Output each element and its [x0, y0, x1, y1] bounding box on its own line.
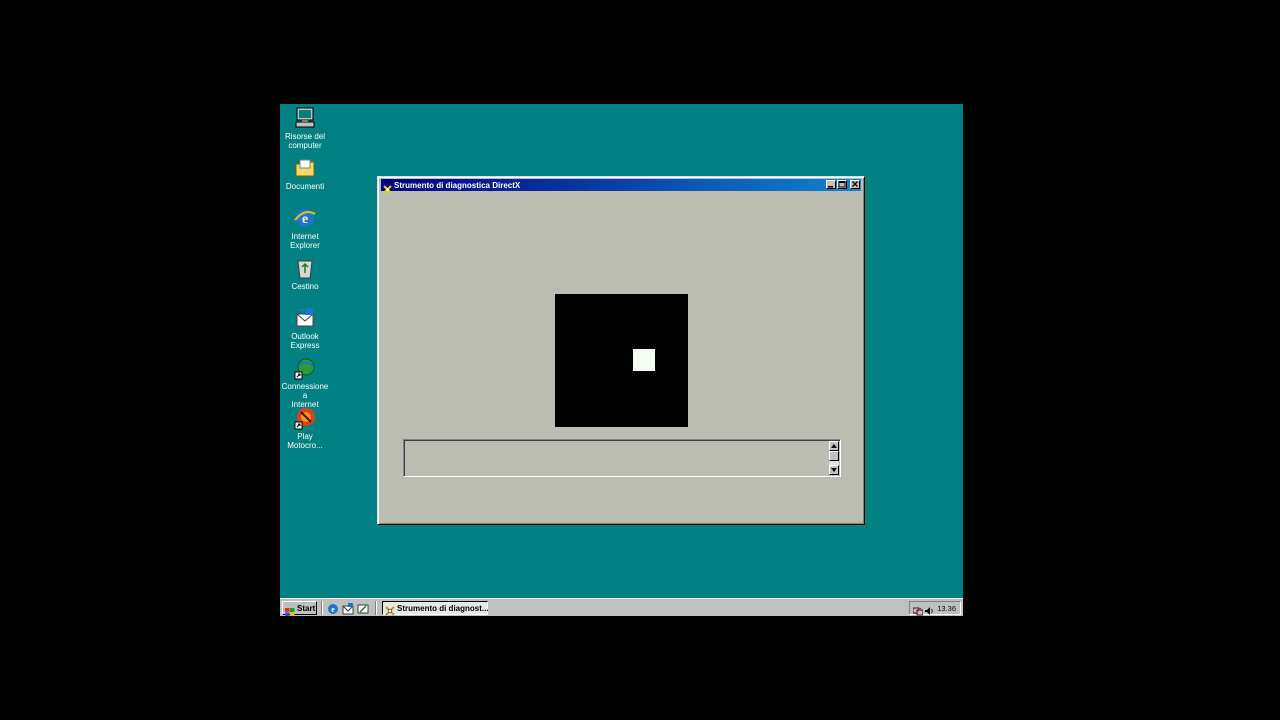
task-button-directx-diagnostic[interactable]: Strumento di diagnost...	[382, 601, 489, 616]
scroll-up-button[interactable]	[829, 441, 839, 451]
close-icon	[852, 181, 858, 187]
taskbar-separator	[321, 601, 323, 615]
desktop-icon-label: Cestino	[291, 282, 319, 291]
scroll-thumb[interactable]	[829, 451, 839, 461]
render-test-square	[633, 349, 655, 371]
volume-icon[interactable]	[924, 603, 934, 615]
taskbar: Start e Strumento di diagnost... 13.36	[280, 598, 963, 616]
desktop-icon-label: Connessione a Internet	[281, 382, 329, 409]
taskbar-clock: 13.36	[937, 604, 956, 613]
quicklaunch-internet-explorer-icon[interactable]: e	[327, 602, 339, 614]
arrow-up-icon	[831, 444, 837, 448]
window-title: Strumento di diagnostica DirectX	[394, 180, 521, 190]
log-textbox[interactable]	[403, 439, 841, 477]
internet-connection-icon	[293, 356, 317, 380]
desktop-icon-internet-explorer[interactable]: e Internet Explorer	[280, 206, 330, 250]
desktop-icon-label: Risorse del computer	[284, 132, 325, 150]
maximize-button[interactable]	[837, 180, 847, 189]
close-button[interactable]	[850, 180, 860, 189]
log-scrollbar[interactable]	[829, 441, 839, 475]
desktop-icon-label: Internet Explorer	[290, 232, 320, 250]
desktop: Risorse del computer Documenti e Interne…	[280, 104, 963, 616]
taskbar-separator	[375, 601, 377, 615]
desktop-icon-documents[interactable]: Documenti	[280, 156, 330, 191]
svg-text:e: e	[331, 605, 335, 614]
task-button-label: Strumento di diagnost...	[397, 603, 489, 613]
desktop-icon-play-motocross[interactable]: Play Motocro...	[280, 406, 330, 450]
start-button[interactable]: Start	[282, 601, 317, 616]
documents-folder-icon	[293, 156, 317, 180]
network-icon[interactable]	[912, 603, 924, 616]
desktop-icon-label: Outlook Express	[290, 332, 320, 350]
internet-explorer-icon: e	[293, 206, 317, 230]
desktop-icon-outlook-express[interactable]: Outlook Express	[280, 306, 330, 350]
directx-icon	[383, 181, 392, 194]
minimize-icon	[828, 186, 833, 188]
scroll-down-button[interactable]	[829, 465, 839, 475]
desktop-icon-recycle-bin[interactable]: Cestino	[280, 256, 330, 291]
outlook-express-icon	[293, 306, 317, 330]
directx-diagnostic-window: Strumento di diagnostica DirectX	[377, 176, 865, 525]
quicklaunch-outlook-express-icon[interactable]	[342, 602, 354, 615]
desktop-icon-internet-connection[interactable]: Connessione a Internet	[280, 356, 330, 409]
system-tray: 13.36	[909, 601, 961, 616]
recycle-bin-icon	[293, 256, 317, 280]
motocross-game-icon	[293, 406, 317, 430]
windows-logo-icon	[285, 604, 295, 616]
window-titlebar[interactable]: Strumento di diagnostica DirectX	[381, 179, 861, 194]
render-test-viewport	[555, 294, 688, 427]
directx-icon	[385, 603, 395, 616]
minimize-button[interactable]	[826, 180, 836, 189]
desktop-icon-label: Play Motocro...	[287, 432, 323, 450]
quicklaunch-show-desktop-icon[interactable]	[357, 602, 369, 614]
desktop-icon-my-computer[interactable]: Risorse del computer	[280, 106, 330, 150]
start-label: Start	[297, 603, 316, 613]
desktop-icon-label: Documenti	[285, 182, 325, 191]
arrow-down-icon	[831, 468, 837, 472]
maximize-icon	[838, 181, 846, 188]
my-computer-icon	[293, 106, 317, 130]
